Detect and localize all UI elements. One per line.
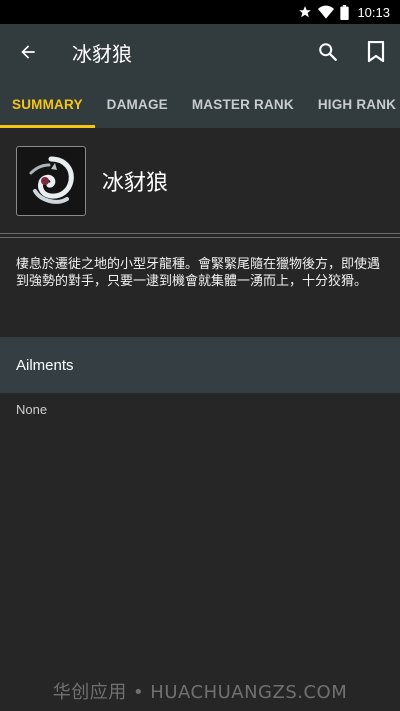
bookmark-button[interactable] bbox=[352, 24, 400, 80]
arrow-left-icon bbox=[21, 45, 35, 59]
divider-top bbox=[0, 233, 400, 234]
battery-icon bbox=[340, 4, 350, 20]
monster-header: 冰豺狼 bbox=[0, 128, 400, 233]
bookmark-icon bbox=[367, 41, 385, 63]
divider-bottom bbox=[0, 237, 400, 238]
tab-summary[interactable]: SUMMARY bbox=[0, 80, 95, 128]
monster-icon bbox=[29, 156, 74, 204]
watermark: 华创应用 • HUACHUANGZS.COM bbox=[52, 682, 348, 703]
page-title: 冰豺狼 bbox=[72, 41, 132, 66]
ailments-header-label: Ailments bbox=[16, 356, 74, 374]
tab-high-rank[interactable]: HIGH RANK bbox=[306, 80, 400, 128]
status-bar: 10:13 bbox=[0, 0, 400, 24]
monster-icon-frame bbox=[16, 145, 86, 216]
search-icon bbox=[319, 43, 337, 61]
app-bar: 冰豺狼 bbox=[0, 24, 400, 80]
status-time: 10:13 bbox=[357, 4, 390, 20]
tab-bar: SUMMARY DAMAGE MASTER RANK HIGH RANK bbox=[0, 80, 400, 128]
star-icon bbox=[298, 5, 312, 19]
search-button[interactable] bbox=[304, 24, 352, 80]
tab-damage[interactable]: DAMAGE bbox=[95, 80, 180, 128]
ailments-value: None bbox=[16, 402, 48, 417]
back-button[interactable] bbox=[0, 24, 56, 80]
ailments-section-header: Ailments bbox=[0, 337, 400, 393]
tab-master-rank[interactable]: MASTER RANK bbox=[180, 80, 306, 128]
monster-description: 棲息於遷徙之地的小型牙龍種。會緊緊尾隨在獵物後方，即使遇到強勢的對手，只要一逮到… bbox=[16, 257, 381, 289]
monster-name: 冰豺狼 bbox=[102, 170, 169, 196]
wifi-icon bbox=[318, 5, 335, 19]
